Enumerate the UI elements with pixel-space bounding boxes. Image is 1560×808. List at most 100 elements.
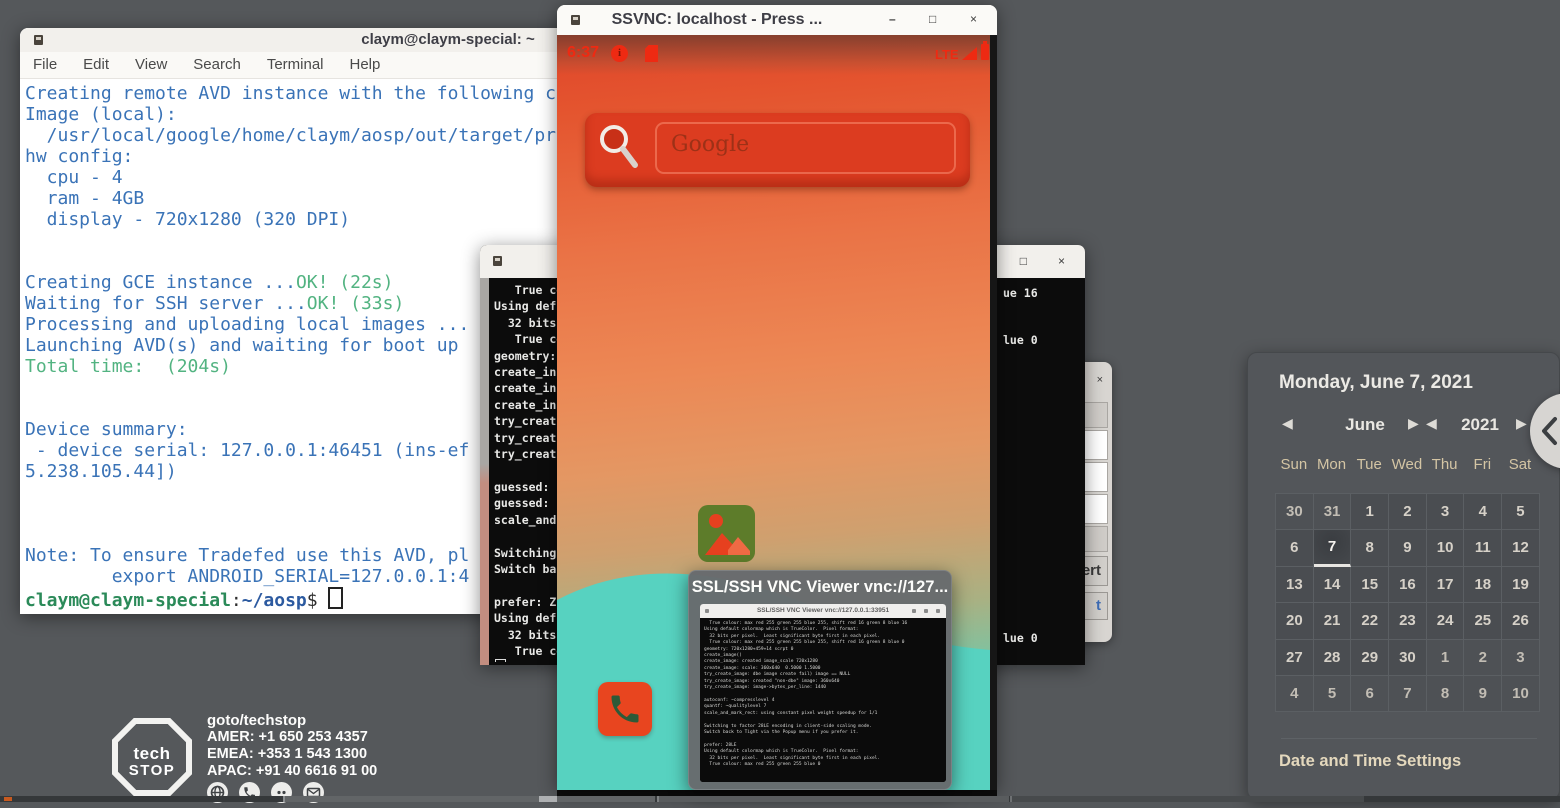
calendar-day[interactable]: 21	[1314, 603, 1352, 639]
calendar-month: June	[1310, 415, 1420, 435]
calendar-day[interactable]: 27	[1276, 640, 1314, 676]
techstop-contacts: goto/techstopAMER: +1 650 253 4357EMEA: …	[207, 712, 377, 780]
window-icon	[705, 609, 709, 613]
menu-item-terminal[interactable]: Terminal	[254, 52, 337, 78]
calendar-day[interactable]: 1	[1427, 640, 1465, 676]
calendar-day[interactable]: 3	[1427, 494, 1465, 530]
weekday-label: Fri	[1463, 456, 1501, 473]
taskbar-item[interactable]	[657, 796, 1009, 802]
calendar-day[interactable]: 26	[1502, 603, 1540, 639]
taskbar-item[interactable]	[539, 796, 557, 802]
vnc-output-line: scale_and	[494, 512, 563, 528]
date-time-settings-link[interactable]: Date and Time Settings	[1279, 752, 1461, 771]
calendar-day[interactable]: 2	[1464, 640, 1502, 676]
menu-item-file[interactable]: File	[20, 52, 70, 78]
calendar-day[interactable]: 17	[1427, 567, 1465, 603]
minimize-icon[interactable]: –	[889, 13, 896, 25]
preview-thumbnail[interactable]: SSL/SSH VNC Viewer vnc://127.0.0.1:33951…	[700, 604, 946, 782]
calendar-day[interactable]: 5	[1502, 494, 1540, 530]
calendar-day[interactable]: 20	[1276, 603, 1314, 639]
menu-item-view[interactable]: View	[122, 52, 180, 78]
calendar-day[interactable]: 4	[1276, 676, 1314, 712]
vnc-output-line: prefer: Z	[494, 594, 563, 610]
calendar-day[interactable]: 28	[1314, 640, 1352, 676]
dialer-icon[interactable]	[598, 682, 652, 736]
calendar-day[interactable]: 22	[1351, 603, 1389, 639]
calendar-day[interactable]: 6	[1276, 530, 1314, 566]
calendar-day[interactable]: 10	[1502, 676, 1540, 712]
window-icon	[34, 35, 43, 45]
prev-month-icon[interactable]: ◀	[1282, 415, 1293, 432]
calendar-day[interactable]: 14	[1314, 567, 1352, 603]
calendar-day[interactable]: 19	[1502, 567, 1540, 603]
calendar-day[interactable]: 8	[1351, 530, 1389, 566]
calendar-day[interactable]: 31	[1314, 494, 1352, 530]
calendar-day[interactable]: 9	[1464, 676, 1502, 712]
preview-window-title: SSL/SSH VNC Viewer vnc://127.0.0.1:33951	[700, 604, 946, 618]
vnc-scrollbar[interactable]	[480, 278, 489, 665]
maximize-icon[interactable]: □	[1020, 255, 1027, 267]
calendar-day[interactable]: 24	[1427, 603, 1465, 639]
taskbar-item[interactable]	[283, 796, 655, 802]
calendar-day[interactable]: 23	[1389, 603, 1427, 639]
chevron-left-icon	[1540, 415, 1560, 447]
calendar-day[interactable]: 25	[1464, 603, 1502, 639]
calendar-day[interactable]: 16	[1389, 567, 1427, 603]
calendar-day[interactable]: 9	[1389, 530, 1427, 566]
techstop-line: EMEA: +353 1 543 1300	[207, 746, 377, 763]
maximize-icon	[924, 609, 928, 613]
calendar-day[interactable]: 11	[1464, 530, 1502, 566]
maximize-icon[interactable]: □	[929, 13, 936, 25]
techstop-line: goto/techstop	[207, 712, 377, 729]
calendar-day[interactable]: 1	[1351, 494, 1389, 530]
preview-terminal-output: True colour: max red 255 green 255 blue …	[700, 618, 946, 782]
ssvnc-titlebar[interactable]: SSVNC: localhost - Press ... – □ ×	[557, 5, 997, 35]
menu-item-help[interactable]: Help	[337, 52, 394, 78]
calendar-day[interactable]: 30	[1389, 640, 1427, 676]
taskbar-item[interactable]	[1010, 796, 1364, 802]
google-logo: Google	[671, 132, 749, 157]
calendar-grid: 3031123456789101112131415161718192021222…	[1275, 493, 1540, 712]
window-preview-popup[interactable]: SSL/SSH VNC Viewer vnc://127... SSL/SSH …	[688, 570, 952, 790]
calendar-day[interactable]: 18	[1464, 567, 1502, 603]
gallery-icon[interactable]	[698, 505, 755, 562]
calendar-day[interactable]: 7	[1389, 676, 1427, 712]
signal-icon	[962, 47, 977, 60]
calendar-day[interactable]: 10	[1427, 530, 1465, 566]
calendar-day[interactable]: 2	[1389, 494, 1427, 530]
vnc-output-fragment: lue 0	[1003, 630, 1038, 646]
weekday-label: Mon	[1313, 456, 1351, 473]
calendar-day[interactable]: 30	[1276, 494, 1314, 530]
search-input[interactable]: Google	[655, 122, 956, 174]
calendar-day[interactable]: 15	[1351, 567, 1389, 603]
calendar-day[interactable]: 6	[1351, 676, 1389, 712]
clock: 6:37	[567, 44, 599, 62]
calendar-day[interactable]: 13	[1276, 567, 1314, 603]
calendar-day[interactable]: 5	[1314, 676, 1352, 712]
menu-item-search[interactable]: Search	[180, 52, 254, 78]
calendar-day[interactable]: 29	[1351, 640, 1389, 676]
vnc-output-line: True co	[494, 331, 563, 347]
calendar-day[interactable]: 8	[1427, 676, 1465, 712]
calendar-day[interactable]: 12	[1502, 530, 1540, 566]
vnc-output-line: try_creat	[494, 413, 563, 429]
next-month-icon[interactable]: ▶	[1408, 415, 1419, 432]
close-icon[interactable]: ×	[1058, 255, 1065, 267]
sdcard-icon	[645, 45, 658, 62]
weekday-label: Sat	[1501, 456, 1539, 473]
close-icon[interactable]: ×	[970, 13, 977, 25]
calendar-day[interactable]: 3	[1502, 640, 1540, 676]
vnc-output-line: Using def	[494, 610, 563, 626]
text-cursor	[495, 659, 506, 662]
taskbar[interactable]	[0, 796, 1560, 802]
viewer-scrollbar[interactable]	[990, 35, 997, 790]
next-year-icon[interactable]: ▶	[1516, 415, 1527, 432]
calendar-day-selected[interactable]: 7	[1314, 530, 1352, 566]
google-search-widget[interactable]: Google	[585, 113, 970, 187]
calendar-day[interactable]: 4	[1464, 494, 1502, 530]
vnc-output-line: try_creat	[494, 430, 563, 446]
vnc-output-line: 32 bits	[494, 315, 563, 331]
close-icon[interactable]: ×	[1097, 374, 1103, 386]
menu-item-edit[interactable]: Edit	[70, 52, 122, 78]
vnc-output-line: create_in	[494, 364, 563, 380]
